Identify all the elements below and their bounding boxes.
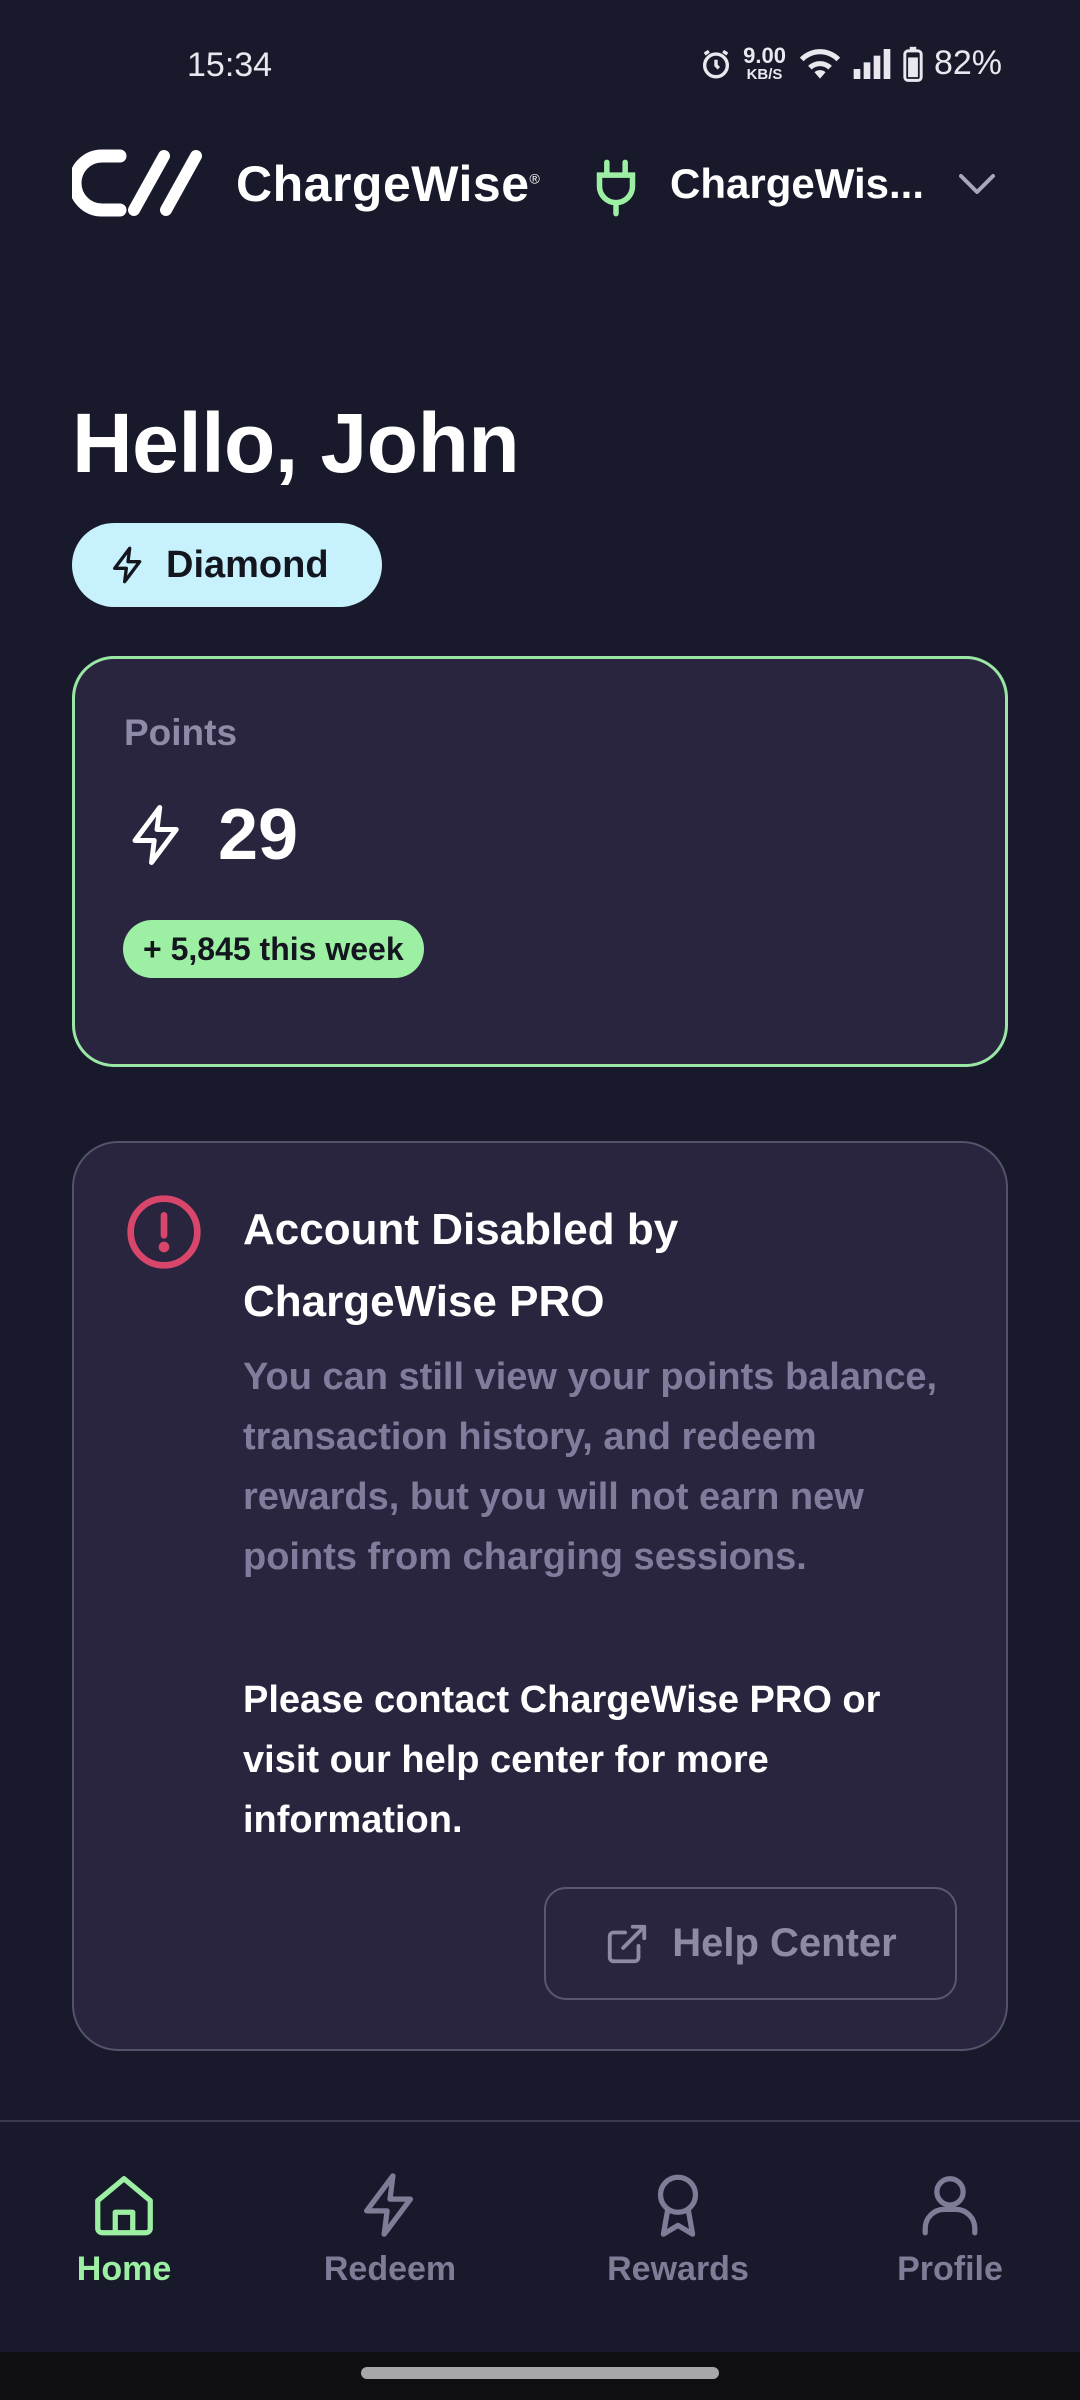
plug-icon: [596, 159, 636, 217]
status-icons: 9.00 KB/S 82%: [699, 44, 1002, 83]
greeting-title: Hello, John: [72, 396, 520, 490]
nav-rewards-label: Rewards: [607, 2250, 749, 2288]
network-speed: 9.00 KB/S: [743, 43, 786, 83]
chevron-down-icon[interactable]: [955, 170, 999, 198]
help-center-button[interactable]: Help Center: [544, 1887, 957, 2000]
external-link-icon: [608, 1924, 647, 1963]
home-indicator[interactable]: [361, 2367, 719, 2379]
brand-name: ChargeWise®: [236, 155, 540, 213]
help-center-label: Help Center: [672, 1921, 897, 1965]
brand-registered-mark: ®: [529, 170, 541, 187]
alert-contact-text: Please contact ChargeWise PRO or visit o…: [243, 1679, 881, 1841]
brand-text: ChargeWise: [236, 156, 530, 212]
alert-body: You can still view your points balance, …: [243, 1356, 938, 1578]
tier-badge: Diamond: [72, 523, 382, 607]
lightning-icon: [132, 805, 179, 865]
speed-value: 9.00: [743, 43, 786, 68]
signal-icon: [853, 48, 891, 79]
tier-label: Diamond: [166, 543, 329, 586]
alarm-icon: [703, 49, 730, 78]
nav-rewards[interactable]: Rewards: [598, 2170, 758, 2289]
chargewise-logo-icon: [72, 149, 202, 217]
weekly-points-badge: + 5,845 this week: [123, 920, 424, 978]
user-icon: [922, 2176, 978, 2236]
battery-icon: [903, 46, 923, 82]
points-value: 29: [218, 795, 299, 875]
speed-unit: KB/S: [746, 66, 783, 83]
nav-profile-label: Profile: [897, 2250, 1003, 2288]
home-icon: [95, 2176, 153, 2236]
points-label: Points: [124, 712, 238, 753]
lightning-icon: [364, 2173, 414, 2237]
nav-home[interactable]: Home: [72, 2170, 176, 2289]
nav-redeem-label: Redeem: [323, 2250, 457, 2288]
status-time: 15:34: [187, 46, 273, 84]
nav-home-label: Home: [76, 2250, 172, 2288]
award-icon: [657, 2174, 699, 2237]
alert-circle-icon: [127, 1195, 201, 1269]
nav-profile[interactable]: Profile: [880, 2170, 1020, 2289]
station-selector-label[interactable]: ChargeWis...: [670, 160, 924, 208]
battery-percent: 82%: [933, 44, 1002, 82]
lightning-icon: [113, 546, 142, 584]
nav-redeem[interactable]: Redeem: [310, 2170, 470, 2289]
alert-title: Account Disabled by ChargeWise PRO: [243, 1205, 679, 1326]
wifi-icon: [799, 48, 841, 79]
